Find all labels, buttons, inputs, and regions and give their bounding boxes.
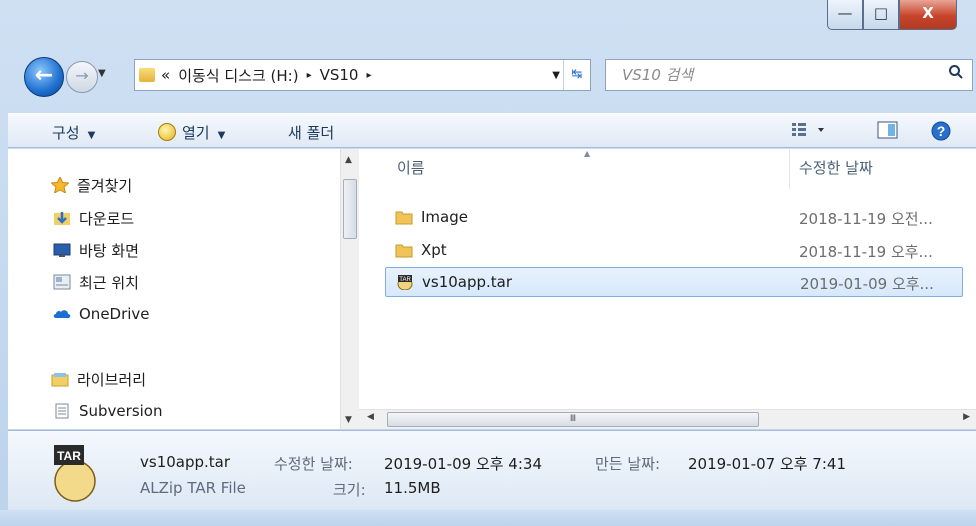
search-placeholder: VS10 검색 — [622, 66, 694, 84]
content-area: 즐겨찾기 다운로드 바탕 화면 최근 위치 OneDrive 라이브러리 Sub… — [8, 149, 976, 429]
tar-file-icon: TAR — [396, 274, 414, 291]
column-header-date-modified[interactable]: 수정한 날짜 — [799, 157, 873, 178]
forward-arrow-icon: → — [75, 66, 89, 85]
sidebar-item-onedrive[interactable]: OneDrive — [53, 302, 150, 326]
scroll-left-icon[interactable]: ◀ — [367, 412, 374, 422]
close-icon: X — [922, 4, 934, 22]
file-date: 2019-01-09 오후... — [800, 275, 934, 293]
scroll-up-icon[interactable]: ▲ — [345, 155, 352, 165]
back-arrow-icon: ← — [34, 63, 54, 88]
folder-icon — [395, 209, 413, 225]
sidebar-item-libraries[interactable]: 라이브러리 — [51, 367, 146, 391]
table-row[interactable]: Xpt 2018-11-19 오후... — [385, 236, 963, 266]
tar-file-large-icon: TAR — [48, 443, 102, 503]
file-name: vs10app.tar — [422, 273, 513, 291]
details-size-label: 크기: — [333, 481, 366, 499]
details-modified-label: 수정한 날짜: — [274, 455, 353, 473]
library-icon — [51, 371, 69, 387]
new-folder-button[interactable]: 새 폴더 — [288, 122, 334, 143]
breadcrumb-vs10[interactable]: VS10 — [320, 66, 359, 84]
table-row[interactable]: Image 2018-11-19 오전... — [385, 203, 963, 233]
breadcrumb-separator-icon[interactable]: ▸ — [307, 70, 312, 81]
chevron-down-icon: ▼ — [217, 130, 226, 141]
navigation-pane: 즐겨찾기 다운로드 바탕 화면 최근 위치 OneDrive 라이브러리 Sub… — [8, 149, 340, 429]
forward-button[interactable]: → — [66, 61, 98, 93]
onedrive-cloud-icon — [53, 306, 71, 322]
open-button[interactable]: 열기 ▼ — [158, 122, 225, 143]
refresh-icon: ↹ — [571, 67, 583, 82]
breadcrumb-separator-icon[interactable]: ▸ — [366, 70, 371, 81]
maximize-icon: □ — [873, 4, 889, 22]
column-divider[interactable] — [789, 149, 790, 189]
sidebar-item-favorites[interactable]: 즐겨찾기 — [50, 173, 132, 197]
sidebar-item-downloads[interactable]: 다운로드 — [53, 206, 134, 230]
sidebar-item-desktop[interactable]: 바탕 화면 — [53, 238, 139, 262]
column-header-name[interactable]: 이름 — [397, 157, 425, 178]
folder-icon — [395, 242, 413, 258]
file-name: Image — [421, 208, 468, 226]
minimize-icon: — — [837, 4, 853, 22]
address-bar[interactable]: « 이동식 디스크 (H:) ▸ VS10 ▸ ▼ ↹ — [134, 59, 591, 91]
scrollbar-thumb[interactable] — [343, 179, 357, 239]
breadcrumb-overflow[interactable]: « — [161, 66, 170, 84]
details-created-value[interactable]: 2019-01-07 오후 7:41 — [688, 453, 846, 474]
folder-icon — [139, 68, 155, 82]
open-icon — [158, 123, 176, 141]
view-options-icon[interactable] — [790, 120, 830, 144]
file-date: 2018-11-19 오후... — [799, 243, 933, 261]
details-created-label: 만든 날짜: — [595, 455, 661, 473]
file-name: Xpt — [421, 241, 447, 259]
file-date: 2018-11-19 오전... — [799, 210, 933, 228]
close-button[interactable]: X — [899, 0, 957, 30]
details-file-type: ALZip TAR File — [140, 479, 246, 497]
preview-pane-icon[interactable] — [876, 120, 900, 144]
command-toolbar: 구성 ▼ 열기 ▼ 새 폴더 ? — [8, 113, 976, 148]
sidebar-item-subversion[interactable]: Subversion — [53, 399, 163, 423]
breadcrumb-drive[interactable]: 이동식 디스크 (H:) — [178, 65, 298, 86]
recent-places-icon — [53, 274, 71, 290]
svg-text:?: ? — [937, 123, 946, 139]
chevron-down-icon: ▼ — [87, 130, 96, 141]
details-file-name: vs10app.tar — [140, 453, 231, 471]
star-icon — [50, 175, 70, 195]
help-icon[interactable]: ? — [930, 120, 952, 146]
sort-ascending-icon: ▲ — [584, 149, 591, 158]
details-pane: TAR vs10app.tar ALZip TAR File 수정한 날짜: 2… — [8, 430, 976, 510]
details-modified-value[interactable]: 2019-01-09 오후 4:34 — [384, 453, 542, 474]
desktop-icon — [53, 242, 71, 258]
address-dropdown-icon[interactable]: ▼ — [552, 70, 560, 81]
sidebar-item-recent-places[interactable]: 최근 위치 — [53, 270, 139, 294]
scrollbar-thumb[interactable]: Ⅲ — [387, 412, 759, 427]
refresh-button[interactable]: ↹ — [563, 60, 590, 90]
navigation-pane-scrollbar[interactable]: ▲ ▼ — [340, 149, 359, 429]
table-row-selected[interactable]: TAR vs10app.tar 2019-01-09 오후... — [385, 267, 963, 297]
tar-icon-label: TAR — [57, 449, 81, 463]
explorer-window: — □ X ← → ▼ « 이동식 디스크 (H:) ▸ VS10 ▸ ▼ ↹ … — [0, 0, 976, 526]
maximize-button[interactable]: □ — [863, 0, 899, 30]
document-icon — [53, 403, 71, 419]
title-bar: — □ X — [0, 0, 976, 42]
search-icon[interactable] — [948, 60, 964, 90]
recent-pages-dropdown[interactable]: ▼ — [98, 68, 106, 79]
details-size-value: 11.5MB — [384, 479, 441, 497]
scroll-down-icon[interactable]: ▼ — [345, 415, 352, 425]
scroll-right-icon[interactable]: ▶ — [963, 412, 970, 422]
search-input[interactable]: VS10 검색 — [605, 59, 973, 91]
file-list: ▲ 이름 수정한 날짜 Image 2018-11-19 오전... Xpt 2… — [359, 149, 976, 429]
chevron-down-icon: ▼ — [98, 68, 106, 79]
file-list-horizontal-scrollbar[interactable]: ◀ Ⅲ ▶ — [359, 409, 976, 429]
minimize-button[interactable]: — — [827, 0, 863, 30]
svg-text:TAR: TAR — [399, 277, 411, 283]
organize-button[interactable]: 구성 ▼ — [52, 122, 95, 143]
back-button[interactable]: ← — [24, 57, 64, 97]
downloads-folder-icon — [53, 210, 71, 226]
window-bottom-frame — [0, 510, 976, 526]
